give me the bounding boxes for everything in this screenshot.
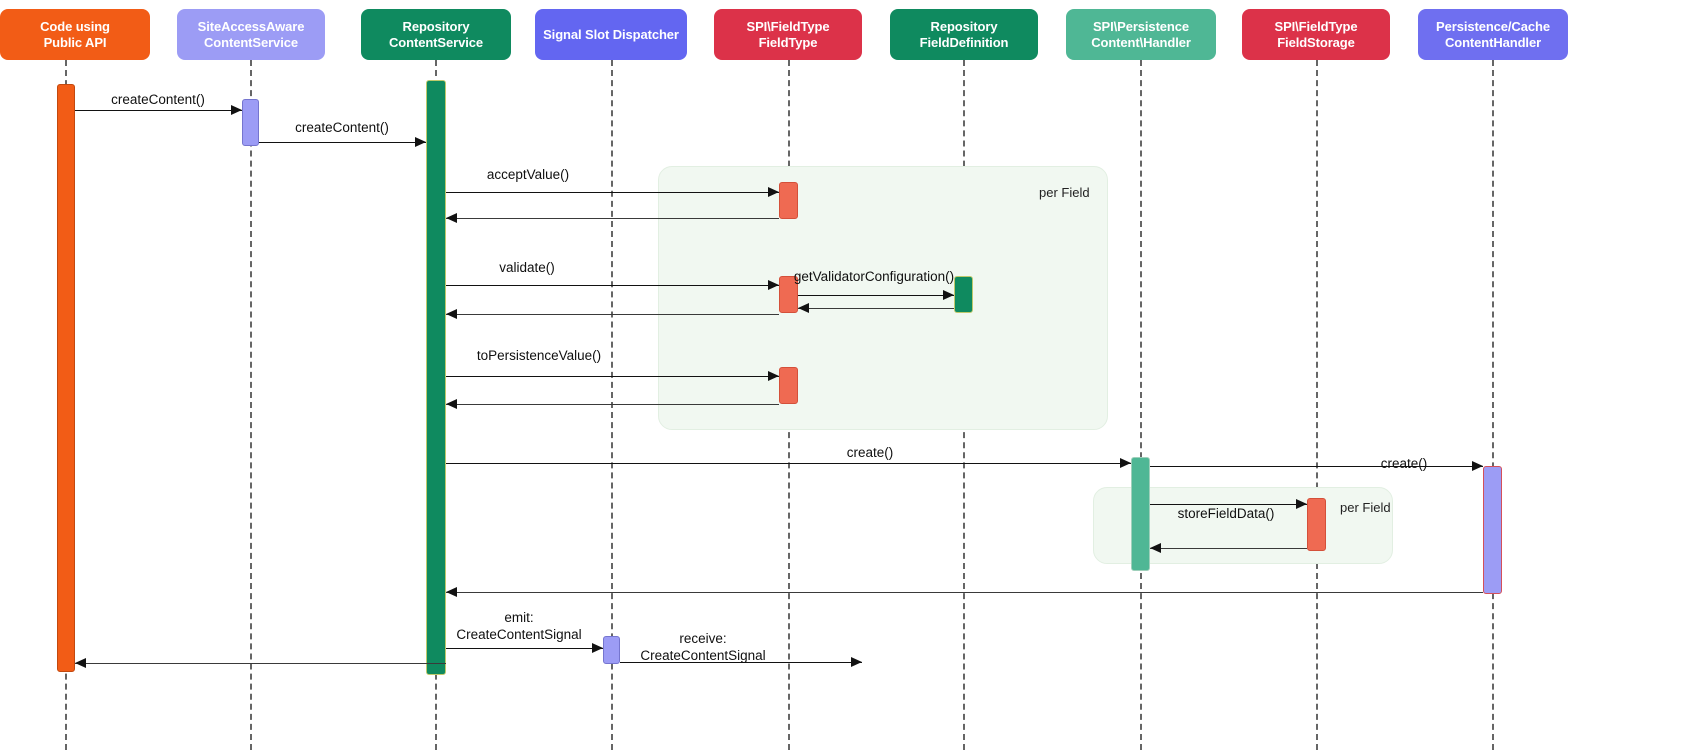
message-label-m6: getValidatorConfiguration()	[793, 269, 955, 284]
lifeline-spi-fieldstorage	[1316, 60, 1318, 750]
message-line-m14	[1150, 548, 1307, 549]
activation-bar-public-api	[57, 84, 75, 672]
participant-label-line: Persistence/Cache	[1436, 18, 1550, 34]
activation-bar-spi-fieldtype	[779, 367, 798, 404]
arrow-head-m3	[768, 187, 779, 198]
participant-label-line: ContentService	[389, 34, 483, 50]
activation-bar-siteaccess	[242, 99, 259, 146]
participant-label-line: Repository	[402, 18, 470, 34]
participant-label: Persistence/Cache ContentHandler	[1436, 19, 1550, 51]
lifeline-siteaccess	[250, 60, 252, 750]
message-label-m9: toPersistenceValue()	[476, 348, 602, 363]
group-frame	[658, 166, 1108, 430]
participant-label: SiteAccessAware ContentService	[198, 19, 305, 51]
participant-label: Repository ContentService	[389, 19, 483, 51]
message-line-m4	[446, 218, 779, 219]
arrow-head-m11	[1120, 458, 1131, 469]
arrow-head-m15	[446, 587, 457, 598]
group-label: per Field	[1340, 500, 1391, 515]
participant-label-line: SPI\Persistence	[1092, 18, 1190, 34]
arrow-head-m1	[231, 105, 242, 116]
participant-label-line: Repository	[930, 18, 998, 34]
arrow-head-m18	[75, 658, 86, 669]
participant-label-line: FieldType	[758, 34, 818, 50]
participant-repo-content[interactable]: Repository ContentService	[361, 9, 511, 60]
participant-signal-dispatcher[interactable]: Signal Slot Dispatcher	[535, 9, 687, 60]
arrow-head-m10	[446, 399, 457, 410]
participant-label-line: Code using	[40, 18, 110, 34]
message-line-m1	[75, 110, 242, 111]
message-line-m18	[75, 663, 446, 664]
message-label-m2: createContent()	[295, 120, 389, 135]
participant-spi-fieldstorage[interactable]: SPI\FieldType FieldStorage	[1242, 9, 1390, 60]
participant-label-line: SPI\FieldType	[746, 18, 830, 34]
message-line-m3	[446, 192, 779, 193]
activation-bar-persistence-cache	[1483, 466, 1502, 594]
activation-bar-spi-fieldstorage	[1307, 498, 1326, 551]
message-line-m2	[259, 142, 426, 143]
sequence-diagram-canvas: per Field per Field createContent() create…	[0, 0, 1691, 750]
participant-label-line: Signal Slot Dispatcher	[543, 26, 679, 42]
activation-bar-repo-content	[426, 80, 446, 675]
participant-persistence-cache[interactable]: Persistence/Cache ContentHandler	[1418, 9, 1568, 60]
message-label-m3: acceptValue()	[486, 167, 570, 182]
message-line-m6	[798, 295, 954, 296]
arrow-head-m16	[592, 643, 603, 654]
message-line-m10	[446, 404, 779, 405]
message-label-m17: receive: CreateContentSignal	[640, 631, 766, 663]
message-line-m5	[446, 285, 779, 286]
participant-label: SPI\Persistence Content\Handler	[1091, 19, 1191, 51]
participant-repo-fielddef[interactable]: Repository FieldDefinition	[890, 9, 1038, 60]
lifeline-spi-persistence	[1140, 60, 1142, 750]
participant-label-line: FieldDefinition	[919, 34, 1009, 50]
message-line-m16	[446, 648, 603, 649]
arrow-head-m4	[446, 213, 457, 224]
participant-label: Signal Slot Dispatcher	[543, 27, 679, 43]
arrow-head-m7	[798, 303, 809, 314]
message-label-m5: validate()	[499, 260, 555, 275]
message-line-m15	[446, 592, 1483, 593]
activation-bar-spi-fieldtype	[779, 182, 798, 219]
participant-label-line: SiteAccessAware	[197, 18, 305, 34]
participant-label-line: ContentService	[204, 34, 298, 50]
participant-label: SPI\FieldType FieldStorage	[1275, 19, 1358, 51]
message-line-m8	[446, 314, 779, 315]
message-label-m12: create()	[1380, 456, 1428, 471]
participant-label-line: Public API	[43, 34, 107, 50]
participant-siteaccess[interactable]: SiteAccessAware ContentService	[177, 9, 325, 60]
message-label-m1: createContent()	[111, 92, 205, 107]
participant-label: Code using Public API	[40, 19, 110, 51]
message-line-m9	[446, 376, 779, 377]
participant-spi-persistence[interactable]: SPI\Persistence Content\Handler	[1066, 9, 1216, 60]
message-label-m13: storeFieldData()	[1177, 506, 1275, 521]
participant-label-line: FieldStorage	[1277, 34, 1355, 50]
message-label-m11: create()	[846, 445, 894, 460]
participant-public-api[interactable]: Code using Public API	[0, 9, 150, 60]
participant-label: Repository FieldDefinition	[920, 19, 1009, 51]
lifeline-persistence-cache	[1492, 60, 1494, 750]
arrow-head-m6	[943, 290, 954, 301]
participant-label-line: Content\Handler	[1091, 34, 1191, 50]
participant-label-line: ContentHandler	[1444, 34, 1542, 50]
arrow-head-m17	[851, 657, 862, 668]
group-label: per Field	[1039, 185, 1090, 200]
arrow-head-m8	[446, 309, 457, 320]
message-label-m16: emit: CreateContentSignal	[456, 610, 582, 642]
participant-label-line: SPI\FieldType	[1274, 18, 1358, 34]
message-line-m11	[446, 463, 1131, 464]
arrow-head-m14	[1150, 543, 1161, 554]
arrow-head-m2	[415, 137, 426, 148]
arrow-head-m9	[768, 371, 779, 382]
participant-spi-fieldtype[interactable]: SPI\FieldType FieldType	[714, 9, 862, 60]
participant-label: SPI\FieldType FieldType	[747, 19, 830, 51]
message-line-m7	[798, 308, 954, 309]
activation-bar-spi-persistence	[1131, 457, 1150, 571]
arrow-head-m12	[1472, 461, 1483, 472]
